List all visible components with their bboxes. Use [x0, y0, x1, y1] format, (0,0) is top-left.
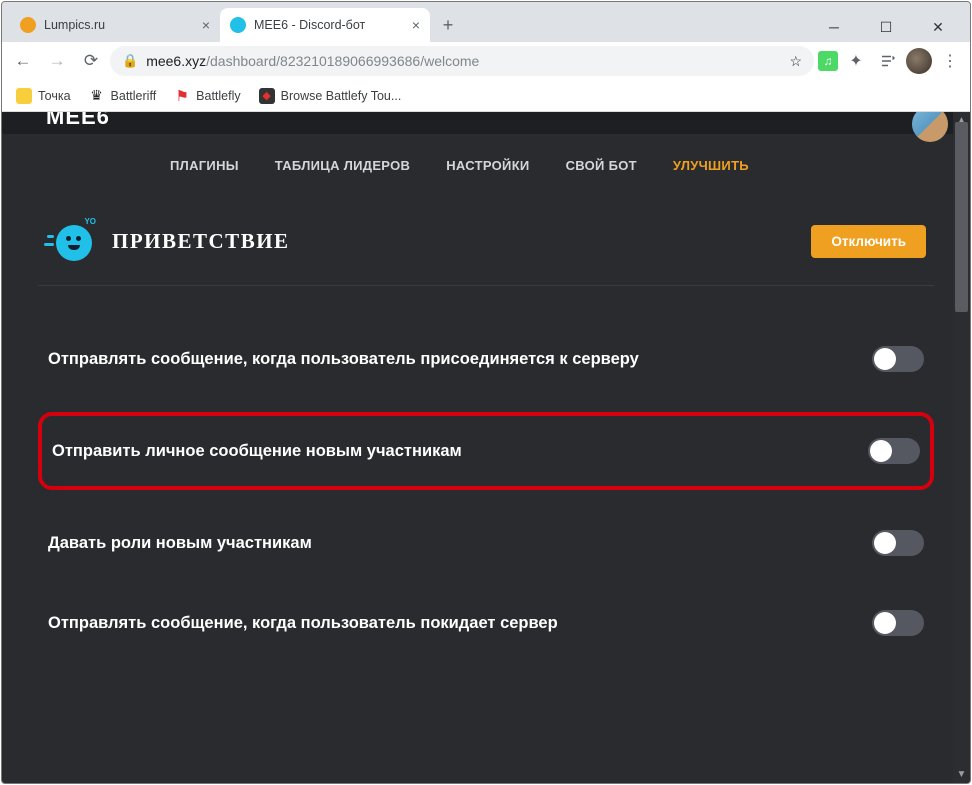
- bookmark-label: Battlefly: [196, 89, 240, 103]
- section-header: YO ПРИВЕТСТВИЕ Отключить: [2, 193, 970, 285]
- options-list: Отправлять сообщение, когда пользователь…: [2, 286, 970, 650]
- app-header: MEE6: [2, 112, 970, 134]
- tab-title: Lumpics.ru: [44, 18, 105, 32]
- bookmark-label: Battleriff: [111, 89, 157, 103]
- bookmark-icon: [16, 88, 32, 104]
- browser-tab-lumpics[interactable]: Lumpics.ru ×: [10, 8, 220, 42]
- bookmark-label: Browse Battlefy Tou...: [281, 89, 402, 103]
- option-give-roles: Давать роли новым участникам: [38, 516, 934, 570]
- menu-icon[interactable]: ⋮: [936, 47, 964, 75]
- extensions-icon[interactable]: ✦: [842, 47, 870, 75]
- app-logo[interactable]: MEE6: [46, 112, 110, 130]
- bookmark-tochka[interactable]: Точка: [10, 85, 77, 107]
- nav-custom-bot[interactable]: СВОЙ БОТ: [566, 158, 637, 173]
- bookmark-battleriff[interactable]: ♛ Battleriff: [83, 85, 163, 107]
- browser-tab-mee6[interactable]: MEE6 - Discord-бот ×: [220, 8, 430, 42]
- top-nav: ПЛАГИНЫ ТАБЛИЦА ЛИДЕРОВ НАСТРОЙКИ СВОЙ Б…: [2, 134, 970, 193]
- close-icon[interactable]: ×: [202, 17, 210, 33]
- omnibox[interactable]: 🔒 mee6.xyz/dashboard/823210189066993686/…: [110, 46, 814, 76]
- window-maximize-button[interactable]: ☐: [864, 12, 908, 42]
- disable-button[interactable]: Отключить: [811, 225, 926, 258]
- browser-tabstrip: Lumpics.ru × MEE6 - Discord-бот × + ─ ☐ …: [2, 2, 970, 42]
- option-join-message: Отправлять сообщение, когда пользователь…: [38, 332, 934, 386]
- section-title: ПРИВЕТСТВИЕ: [112, 229, 290, 254]
- nav-forward-button[interactable]: →: [42, 46, 72, 76]
- nav-back-button[interactable]: ←: [8, 46, 38, 76]
- reading-list-icon[interactable]: [874, 47, 902, 75]
- toggle-switch[interactable]: [872, 346, 924, 372]
- scroll-down-icon[interactable]: ▼: [953, 766, 970, 783]
- option-label: Давать роли новым участникам: [48, 534, 312, 553]
- toggle-switch[interactable]: [872, 610, 924, 636]
- new-tab-button[interactable]: +: [434, 11, 462, 39]
- close-icon[interactable]: ×: [412, 17, 420, 33]
- nav-reload-button[interactable]: ⟳: [76, 46, 106, 76]
- window-minimize-button[interactable]: ─: [812, 12, 856, 42]
- lock-icon: 🔒: [122, 53, 138, 69]
- favicon: [230, 17, 246, 33]
- bookmark-battlefly[interactable]: ⚑ Battlefly: [168, 85, 246, 107]
- profile-avatar[interactable]: [906, 48, 932, 74]
- nav-plugins[interactable]: ПЛАГИНЫ: [170, 158, 239, 173]
- option-label: Отправлять сообщение, когда пользователь…: [48, 350, 639, 369]
- nav-leaderboard[interactable]: ТАБЛИЦА ЛИДЕРОВ: [275, 158, 410, 173]
- address-bar: ← → ⟳ 🔒 mee6.xyz/dashboard/8232101890669…: [2, 42, 970, 80]
- option-private-message: Отправить личное сообщение новым участни…: [38, 412, 934, 490]
- welcome-icon: YO: [50, 219, 94, 263]
- nav-upgrade[interactable]: УЛУЧШИТЬ: [673, 158, 749, 173]
- toggle-switch[interactable]: [868, 438, 920, 464]
- url-text: mee6.xyz/dashboard/823210189066993686/we…: [146, 53, 479, 69]
- option-leave-message: Отправлять сообщение, когда пользователь…: [38, 596, 934, 650]
- nav-settings[interactable]: НАСТРОЙКИ: [446, 158, 529, 173]
- bookmark-battlefy[interactable]: ◆ Browse Battlefy Tou...: [253, 85, 408, 107]
- bookmarks-bar: Точка ♛ Battleriff ⚑ Battlefly ◆ Browse …: [2, 80, 970, 112]
- favicon: [20, 17, 36, 33]
- bookmark-icon: ◆: [259, 88, 275, 104]
- option-label: Отправить личное сообщение новым участни…: [52, 442, 462, 461]
- window-close-button[interactable]: ✕: [916, 12, 960, 42]
- scroll-thumb[interactable]: [955, 122, 968, 312]
- scrollbar[interactable]: ▲ ▼: [953, 112, 970, 783]
- bookmark-icon: ♛: [89, 88, 105, 104]
- star-icon[interactable]: ☆: [789, 53, 802, 70]
- music-extension-icon[interactable]: ♫: [818, 51, 838, 71]
- toggle-switch[interactable]: [872, 530, 924, 556]
- bookmark-label: Точка: [38, 89, 71, 103]
- bookmark-icon: ⚑: [174, 88, 190, 104]
- option-label: Отправлять сообщение, когда пользователь…: [48, 614, 558, 633]
- tab-title: MEE6 - Discord-бот: [254, 18, 365, 32]
- page-content: MEE6 ПЛАГИНЫ ТАБЛИЦА ЛИДЕРОВ НАСТРОЙКИ С…: [2, 112, 970, 783]
